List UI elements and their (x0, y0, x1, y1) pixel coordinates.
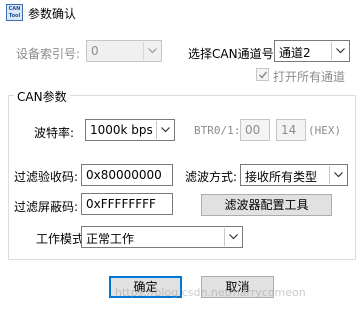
work-mode-value: 正常工作 (86, 232, 135, 246)
chevron-down-icon (331, 42, 348, 60)
watermark-text: https://blog.csdn.net/harrycomeon (115, 286, 306, 299)
chevron-down-icon (224, 228, 241, 246)
mask-code-field[interactable]: 0xFFFFFFFF (81, 193, 173, 215)
mask-code-value: 0xFFFFFFFF (86, 197, 156, 211)
baud-rate-label: 波特率: (34, 126, 75, 140)
work-mode-select[interactable]: 正常工作 (81, 226, 243, 248)
chevron-down-icon (329, 166, 346, 184)
baud-rate-value: 1000k bps (90, 123, 153, 137)
title-bar: CAN Tool 参数确认 (0, 0, 364, 26)
open-all-channels-label: 打开所有通道 (273, 70, 346, 84)
mask-code-label: 过滤屏蔽码: (14, 200, 79, 214)
window-title: 参数确认 (28, 7, 77, 21)
btr-label: BTR0/1: (194, 124, 241, 137)
acceptance-code-label: 过滤验收码: (14, 170, 79, 184)
filter-mode-value: 接收所有类型 (245, 170, 318, 184)
work-mode-label: 工作模式 (36, 232, 85, 246)
can-channel-select[interactable]: 通道2 (274, 40, 350, 62)
btr1-value: 14 (281, 123, 297, 137)
device-index-select[interactable]: 0 (86, 40, 162, 62)
can-params-group-label: CAN参数 (14, 88, 70, 105)
filter-mode-select[interactable]: 接收所有类型 (240, 164, 348, 186)
device-index-value: 0 (91, 44, 99, 58)
device-index-label: 设备索引号: (16, 47, 81, 61)
btr1-field[interactable]: 14 (276, 119, 306, 141)
btr0-field[interactable]: 00 (240, 119, 270, 141)
filter-config-tool-button[interactable]: 滤波器配置工具 (201, 194, 332, 216)
can-channel-value: 通道2 (279, 46, 311, 60)
chevron-down-icon (156, 121, 173, 139)
open-all-channels-checkbox[interactable] (256, 68, 269, 81)
btr-hex-suffix: (HEX) (308, 124, 342, 137)
chevron-down-icon (143, 42, 160, 60)
filter-mode-label: 滤波方式: (185, 170, 238, 184)
baud-rate-select[interactable]: 1000k bps (85, 119, 175, 141)
can-channel-label: 选择CAN通道号: (188, 47, 278, 61)
acceptance-code-field[interactable]: 0x80000000 (81, 164, 173, 186)
btr0-value: 00 (245, 123, 261, 137)
can-tool-app-icon: CAN Tool (6, 4, 23, 21)
acceptance-code-value: 0x80000000 (86, 168, 162, 182)
